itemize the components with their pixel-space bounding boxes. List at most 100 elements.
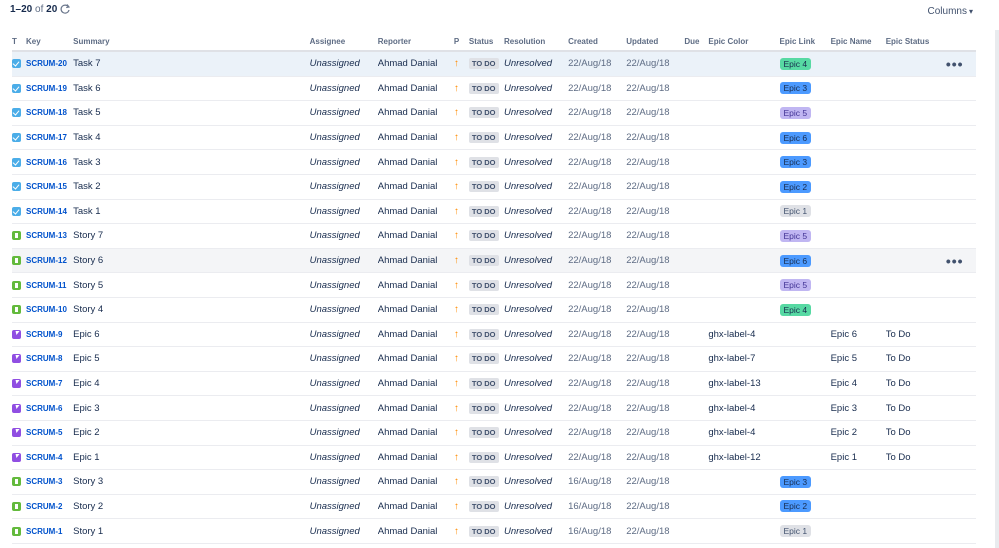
epic-link-lozenge[interactable]: Epic 4: [779, 303, 812, 316]
cell-key: SCRUM-2: [26, 494, 74, 520]
epic-link-lozenge[interactable]: Epic 6: [779, 131, 812, 144]
refresh-icon[interactable]: [59, 2, 71, 14]
more-actions-icon[interactable]: •••: [946, 253, 964, 269]
header-epic-status[interactable]: Epic Status: [885, 33, 946, 52]
header-epic-name[interactable]: Epic Name: [830, 33, 886, 52]
issue-key-link[interactable]: SCRUM-20: [26, 59, 67, 68]
issue-key-link[interactable]: SCRUM-11: [26, 281, 66, 290]
header-resolution[interactable]: Resolution: [503, 33, 569, 52]
cell-epic-status: [885, 272, 946, 298]
table-row[interactable]: SCRUM-12 Story 6 Unassigned Ahmad Danial ↑ TO…: [12, 248, 976, 274]
header-updated[interactable]: Updated: [626, 33, 685, 52]
issue-summary-link[interactable]: Story 7: [73, 230, 103, 241]
issue-key-link[interactable]: SCRUM-17: [26, 133, 67, 142]
header-type[interactable]: T: [12, 33, 27, 52]
issue-summary-link[interactable]: Epic 5: [73, 353, 99, 364]
issue-key-link[interactable]: SCRUM-9: [26, 330, 62, 339]
issue-summary-link[interactable]: Task 6: [73, 83, 100, 94]
table-row[interactable]: SCRUM-9 Epic 6 Unassigned Ahmad Danial ↑ TO D…: [12, 322, 976, 348]
issue-key-link[interactable]: SCRUM-14: [26, 207, 67, 216]
table-row[interactable]: SCRUM-2 Story 2 Unassigned Ahmad Danial ↑ TO …: [12, 494, 976, 520]
issue-summary-link[interactable]: Task 5: [73, 107, 100, 118]
epic-link-lozenge[interactable]: Epic 5: [779, 106, 812, 119]
table-row[interactable]: SCRUM-14 Task 1 Unassigned Ahmad Danial ↑ TO …: [12, 199, 976, 225]
issue-key-link[interactable]: SCRUM-12: [26, 256, 67, 265]
issue-key-link[interactable]: SCRUM-4: [26, 453, 62, 462]
issue-summary-link[interactable]: Story 6: [73, 255, 103, 266]
issue-summary-link[interactable]: Epic 1: [73, 452, 99, 463]
header-status[interactable]: Status: [468, 33, 504, 52]
header-summary[interactable]: Summary: [73, 33, 310, 52]
epic-link-lozenge[interactable]: Epic 4: [779, 57, 812, 70]
table-row[interactable]: SCRUM-13 Story 7 Unassigned Ahmad Danial ↑ TO…: [12, 223, 976, 249]
issue-summary-link[interactable]: Story 2: [73, 501, 103, 512]
issue-key-link[interactable]: SCRUM-19: [26, 84, 67, 93]
updated-date: 22/Aug/18: [626, 476, 670, 488]
table-row[interactable]: SCRUM-20 Task 7 Unassigned Ahmad Danial ↑ TO …: [12, 51, 976, 77]
issue-summary-link[interactable]: Story 1: [73, 526, 103, 537]
epic-link-lozenge[interactable]: Epic 1: [779, 525, 812, 538]
scrollbar[interactable]: [995, 30, 999, 548]
epic-link-lozenge[interactable]: Epic 3: [779, 475, 812, 488]
epic-link-lozenge[interactable]: Epic 6: [779, 254, 812, 267]
table-row[interactable]: SCRUM-17 Task 4 Unassigned Ahmad Danial ↑ TO …: [12, 125, 976, 151]
header-priority[interactable]: P: [453, 33, 469, 52]
header-due[interactable]: Due: [684, 33, 709, 52]
issue-summary-link[interactable]: Story 3: [73, 476, 103, 487]
issue-summary-link[interactable]: Task 7: [73, 58, 100, 69]
issue-summary-link[interactable]: Story 5: [73, 280, 103, 291]
issue-summary-link[interactable]: Task 3: [73, 157, 100, 168]
table-row[interactable]: SCRUM-7 Epic 4 Unassigned Ahmad Danial ↑ TO D…: [12, 371, 976, 397]
epic-link-lozenge[interactable]: Epic 2: [779, 500, 812, 513]
issue-key-link[interactable]: SCRUM-2: [26, 502, 62, 511]
issue-key-link[interactable]: SCRUM-3: [26, 477, 62, 486]
table-row[interactable]: SCRUM-15 Task 2 Unassigned Ahmad Danial ↑ TO …: [12, 174, 976, 200]
cell-created: 22/Aug/18: [568, 223, 627, 249]
header-epic-link[interactable]: Epic Link: [779, 33, 831, 52]
table-row[interactable]: SCRUM-8 Epic 5 Unassigned Ahmad Danial ↑ TO D…: [12, 346, 976, 372]
issue-summary-link[interactable]: Epic 3: [73, 403, 99, 414]
columns-button[interactable]: Columns ▾: [928, 6, 973, 17]
epic-link-lozenge[interactable]: Epic 5: [779, 279, 812, 292]
issue-key-link[interactable]: SCRUM-16: [26, 158, 67, 167]
issue-summary-link[interactable]: Task 4: [73, 132, 100, 143]
issue-key-link[interactable]: SCRUM-1: [26, 527, 62, 536]
table-row[interactable]: SCRUM-5 Epic 2 Unassigned Ahmad Danial ↑ TO D…: [12, 420, 976, 446]
resolution-value: Unresolved: [503, 132, 553, 144]
epic-link-lozenge[interactable]: Epic 1: [779, 205, 812, 218]
issue-key-link[interactable]: SCRUM-18: [26, 108, 67, 117]
issue-key-link[interactable]: SCRUM-10: [26, 305, 67, 314]
header-created[interactable]: Created: [568, 33, 627, 52]
table-row[interactable]: SCRUM-6 Epic 3 Unassigned Ahmad Danial ↑ TO D…: [12, 395, 976, 421]
issue-key-link[interactable]: SCRUM-8: [26, 354, 62, 363]
issue-summary-link[interactable]: Story 4: [73, 304, 103, 315]
header-assignee[interactable]: Assignee: [309, 33, 378, 52]
table-row[interactable]: SCRUM-19 Task 6 Unassigned Ahmad Danial ↑ TO …: [12, 76, 976, 102]
table-row[interactable]: SCRUM-18 Task 5 Unassigned Ahmad Danial ↑ TO …: [12, 100, 976, 126]
issue-key-link[interactable]: SCRUM-15: [26, 182, 67, 191]
issue-summary-link[interactable]: Task 1: [73, 206, 100, 217]
table-row[interactable]: SCRUM-3 Story 3 Unassigned Ahmad Danial ↑ TO …: [12, 469, 976, 495]
issue-summary-link[interactable]: Epic 6: [73, 329, 99, 340]
issue-key-link[interactable]: SCRUM-6: [26, 404, 62, 413]
table-row[interactable]: SCRUM-10 Story 4 Unassigned Ahmad Danial ↑ TO…: [12, 297, 976, 323]
issue-summary-link[interactable]: Epic 2: [73, 427, 99, 438]
table-row[interactable]: SCRUM-1 Story 1 Unassigned Ahmad Danial ↑ TO …: [12, 518, 976, 544]
epic-link-lozenge[interactable]: Epic 3: [779, 82, 812, 95]
table-row[interactable]: SCRUM-11 Story 5 Unassigned Ahmad Danial ↑ TO…: [12, 272, 976, 298]
table-row[interactable]: SCRUM-4 Epic 1 Unassigned Ahmad Danial ↑ TO D…: [12, 445, 976, 471]
header-reporter[interactable]: Reporter: [377, 33, 454, 52]
epic-link-lozenge[interactable]: Epic 3: [779, 156, 812, 169]
issue-summary-link[interactable]: Epic 4: [73, 378, 99, 389]
epic-link-lozenge[interactable]: Epic 5: [779, 229, 812, 242]
issue-summary-link[interactable]: Task 2: [73, 181, 100, 192]
issue-key-link[interactable]: SCRUM-13: [26, 231, 67, 240]
cell-epic-name: [830, 223, 886, 249]
issue-key-link[interactable]: SCRUM-7: [26, 379, 62, 388]
more-actions-icon[interactable]: •••: [946, 56, 964, 72]
epic-link-lozenge[interactable]: Epic 2: [779, 180, 812, 193]
header-epic-color[interactable]: Epic Color: [708, 33, 780, 52]
table-row[interactable]: SCRUM-16 Task 3 Unassigned Ahmad Danial ↑ TO …: [12, 149, 976, 175]
header-key[interactable]: Key: [26, 33, 74, 52]
issue-key-link[interactable]: SCRUM-5: [26, 428, 62, 437]
